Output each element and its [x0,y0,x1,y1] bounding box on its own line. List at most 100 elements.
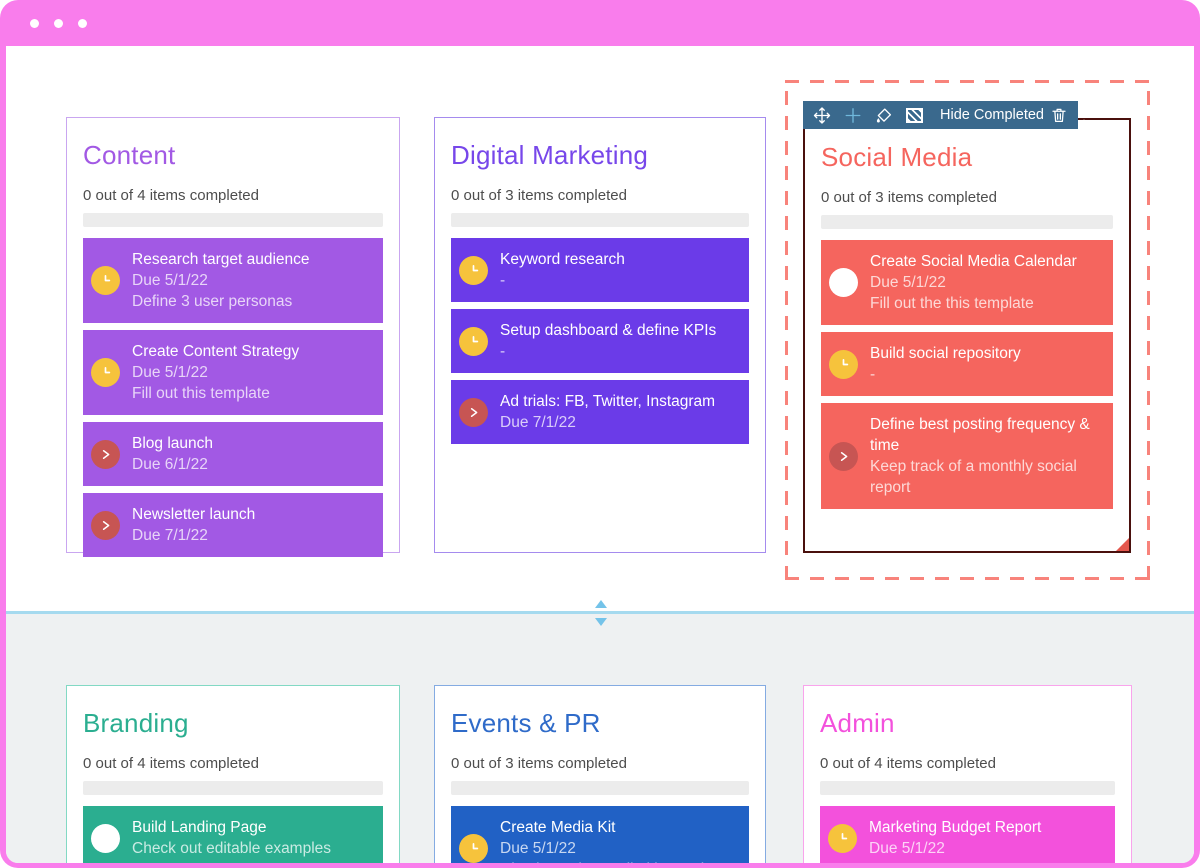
progress-text: 0 out of 4 items completed [820,755,1115,772]
item-title: Marketing Budget Report [869,817,1041,838]
window-control-dot[interactable] [54,19,63,28]
checklist-item[interactable]: Keyword research- [451,238,749,302]
progress-bar [451,213,749,227]
item-note: Define 3 user personas [132,291,310,312]
item-title: Ad trials: FB, Twitter, Instagram [500,391,715,412]
checklist-item[interactable]: Ad trials: FB, Twitter, InstagramDue 7/1… [451,380,749,444]
app-window: Content 0 out of 4 items completed Resea… [0,0,1200,868]
column-admin[interactable]: Admin 0 out of 4 items completed Marketi… [803,685,1132,863]
add-icon[interactable] [844,106,862,124]
item-due: Due 5/1/22 [132,270,310,291]
progress-text: 0 out of 4 items completed [83,755,383,772]
card-list: Keyword research- Setup dashboard & defi… [451,238,749,444]
trash-icon[interactable] [1050,106,1068,124]
progress-bar [820,781,1115,795]
paint-icon[interactable] [875,106,893,124]
column-content[interactable]: Content 0 out of 4 items completed Resea… [66,117,400,553]
column-title: Social Media [821,142,1113,173]
clock-icon[interactable] [459,256,488,285]
clock-icon[interactable] [91,358,120,387]
checklist-item[interactable]: Setup dashboard & define KPIs- [451,309,749,373]
chevron-right-icon[interactable] [829,442,858,471]
chevron-right-icon[interactable] [459,398,488,427]
item-due: - [500,270,625,291]
column-title: Admin [820,708,1115,739]
window-control-dot[interactable] [78,19,87,28]
item-note: Fill out this template [132,383,299,404]
kebab-menu-icon[interactable] [1081,106,1087,124]
empty-status-circle-icon[interactable] [91,824,120,853]
selection-toolbar: Hide Completed [803,101,1078,129]
card-list: Create Media KitDue 5/1/22Check out the … [451,806,749,863]
checklist-item[interactable]: Create Media KitDue 5/1/22Check out the … [451,806,749,863]
chevron-right-icon[interactable] [91,511,120,540]
item-due: Due 5/1/22 [132,362,299,383]
item-title: Research target audience [132,249,310,270]
item-due: Keep track of a monthly social report [870,456,1101,498]
card-list: Create Social Media CalendarDue 5/1/22Fi… [821,240,1113,509]
item-title: Define best posting frequency & time [870,414,1101,456]
item-due: Due 7/1/22 [500,412,715,433]
resize-handle[interactable] [1116,538,1129,551]
empty-status-circle-icon[interactable] [829,268,858,297]
column-social-media[interactable]: Social Media 0 out of 3 items completed … [803,118,1131,553]
card-list: Marketing Budget ReportDue 5/1/22 [820,806,1115,863]
progress-bar [451,781,749,795]
progress-text: 0 out of 3 items completed [821,189,1113,206]
progress-text: 0 out of 3 items completed [451,755,749,772]
checklist-item[interactable]: Create Content StrategyDue 5/1/22Fill ou… [83,330,383,415]
divider-arrow-up-icon[interactable] [595,600,607,608]
checklist-item[interactable]: Build Landing PageCheck out editable exa… [83,806,383,863]
checklist-item[interactable]: Define best posting frequency & timeKeep… [821,403,1113,509]
hide-completed-button[interactable]: Hide Completed [940,107,1044,123]
progress-bar [83,213,383,227]
item-title: Build Landing Page [132,817,331,838]
card-list: Build Landing PageCheck out editable exa… [83,806,383,863]
item-note: Check out the media kit template [500,859,726,863]
column-branding[interactable]: Branding 0 out of 4 items completed Buil… [66,685,400,863]
column-title: Digital Marketing [451,140,749,171]
item-title: Setup dashboard & define KPIs [500,320,716,341]
column-title: Content [83,140,383,171]
divider-arrow-down-icon[interactable] [595,618,607,626]
checklist-item[interactable]: Marketing Budget ReportDue 5/1/22 [820,806,1115,863]
pattern-icon[interactable] [906,106,923,124]
checklist-item[interactable]: Newsletter launchDue 7/1/22 [83,493,383,557]
pane-divider[interactable] [6,611,1194,614]
card-list: Research target audienceDue 5/1/22Define… [83,238,383,557]
column-events-pr[interactable]: Events & PR 0 out of 3 items completed C… [434,685,766,863]
clock-icon[interactable] [829,350,858,379]
clock-icon[interactable] [459,327,488,356]
checklist-item[interactable]: Create Social Media CalendarDue 5/1/22Fi… [821,240,1113,325]
progress-text: 0 out of 3 items completed [451,187,749,204]
checklist-item[interactable]: Build social repository- [821,332,1113,396]
item-due: Due 5/1/22 [869,838,1041,859]
item-due: Due 5/1/22 [870,272,1077,293]
column-title: Branding [83,708,383,739]
board-area: Content 0 out of 4 items completed Resea… [6,46,1194,863]
column-title: Events & PR [451,708,749,739]
item-due: Due 6/1/22 [132,454,213,475]
checklist-item[interactable]: Blog launchDue 6/1/22 [83,422,383,486]
item-note: Check out editable examples [132,838,331,859]
item-title: Create Media Kit [500,817,726,838]
item-title: Blog launch [132,433,213,454]
item-title: Keyword research [500,249,625,270]
item-title: Create Social Media Calendar [870,251,1077,272]
item-due: Due 7/1/22 [132,525,255,546]
item-note: Fill out the this template [870,293,1077,314]
clock-icon[interactable] [459,834,488,863]
progress-bar [821,215,1113,229]
item-due: - [870,364,1021,385]
checklist-item[interactable]: Research target audienceDue 5/1/22Define… [83,238,383,323]
progress-bar [83,781,383,795]
clock-icon[interactable] [828,824,857,853]
clock-icon[interactable] [91,266,120,295]
item-title: Create Content Strategy [132,341,299,362]
window-control-dot[interactable] [30,19,39,28]
item-due: Due 5/1/22 [500,838,726,859]
item-due: - [500,341,716,362]
chevron-right-icon[interactable] [91,440,120,469]
move-icon[interactable] [813,106,831,124]
column-digital-marketing[interactable]: Digital Marketing 0 out of 3 items compl… [434,117,766,553]
